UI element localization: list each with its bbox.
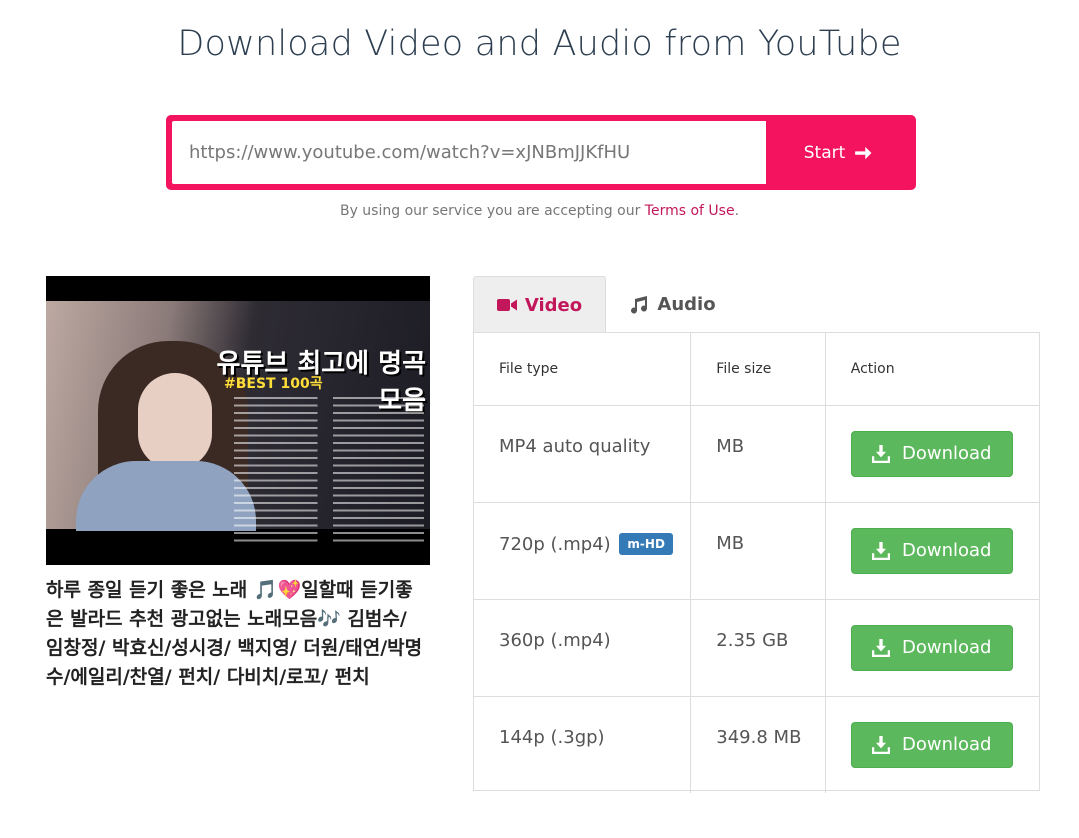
tab-audio[interactable]: Audio: [606, 276, 739, 333]
thumbnail-subheadline: #BEST 100곡: [224, 376, 323, 392]
table-header-row: File type File size Action: [474, 333, 1039, 406]
table-row: 360p (.mp4) 2.35 GB Download: [474, 598, 1039, 697]
download-icon: [871, 638, 890, 657]
thumbnail-tracklist: [234, 397, 424, 547]
tab-video-label: Video: [524, 294, 583, 316]
action-cell: Download: [824, 501, 1039, 600]
table-row: MP4 auto quality MB Download: [474, 404, 1039, 503]
download-button[interactable]: Download: [850, 527, 1013, 574]
header-file-size: File size: [690, 333, 826, 406]
download-icon: [871, 444, 890, 463]
page-title: Download Video and Audio from YouTube: [177, 24, 902, 64]
download-label: Download: [901, 443, 992, 464]
file-type-cell: 144p (.3gp): [474, 695, 692, 793]
download-icon: [871, 735, 890, 754]
file-type-cell: 360p (.mp4): [474, 598, 692, 697]
video-title: 하루 종일 듣기 좋은 노래 🎵💖일할때 듣기좋은 발라드 추천 광고없는 노래…: [46, 579, 423, 688]
start-label: Start: [803, 142, 846, 163]
thumbnail-artwork: 유튜브 최고에 명곡모음 #BEST 100곡: [46, 301, 430, 547]
search-form: Start: [166, 115, 916, 190]
file-type: 720p (.mp4): [499, 533, 611, 555]
download-icon: [871, 541, 890, 560]
file-size: 349.8 MB: [690, 695, 826, 793]
download-button[interactable]: Download: [850, 721, 1013, 768]
file-type: 144p (.3gp): [499, 726, 605, 748]
download-table: File type File size Action MP4 auto qual…: [473, 332, 1040, 793]
download-label: Download: [901, 540, 992, 561]
table-row: 720p (.mp4) m-HD MB Download: [474, 501, 1039, 600]
file-type-cell: MP4 auto quality: [474, 404, 692, 503]
arrow-right-icon: [855, 146, 872, 159]
music-note-icon: [631, 295, 648, 314]
tab-audio-label: Audio: [657, 294, 716, 315]
url-input[interactable]: [172, 121, 766, 184]
quality-badge: m-HD: [619, 532, 673, 555]
video-camera-icon: [496, 299, 517, 311]
terms-link[interactable]: Terms of Use: [645, 203, 735, 219]
start-button[interactable]: Start: [766, 121, 910, 184]
file-type: 360p (.mp4): [499, 629, 611, 651]
download-label: Download: [901, 734, 992, 755]
file-type-cell: 720p (.mp4) m-HD: [474, 501, 692, 600]
terms-prefix: By using our service you are accepting o…: [339, 203, 645, 219]
file-size: MB: [690, 404, 826, 503]
action-cell: Download: [824, 695, 1039, 793]
terms-suffix: .: [734, 203, 740, 219]
header-file-type: File type: [474, 333, 692, 406]
file-size: MB: [690, 501, 826, 600]
file-type: MP4 auto quality: [499, 435, 651, 457]
file-size: 2.35 GB: [690, 598, 826, 697]
action-cell: Download: [824, 404, 1039, 503]
header-action: Action: [824, 333, 1039, 406]
format-tabs: Video Audio: [473, 276, 1040, 333]
action-cell: Download: [824, 598, 1039, 697]
video-thumbnail: 유튜브 최고에 명곡모음 #BEST 100곡: [46, 276, 430, 565]
tab-video[interactable]: Video: [473, 276, 606, 333]
terms-notice: By using our service you are accepting o…: [0, 203, 1079, 219]
table-row: 144p (.3gp) 349.8 MB Download: [474, 695, 1039, 793]
download-button[interactable]: Download: [850, 624, 1013, 671]
download-button[interactable]: Download: [850, 430, 1013, 477]
download-label: Download: [901, 637, 992, 658]
